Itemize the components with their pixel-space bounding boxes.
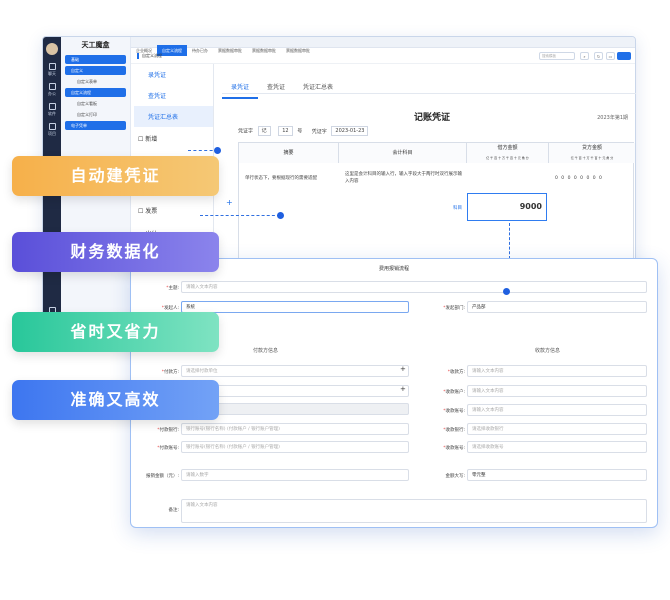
breadcrumb: 自定义流程 [137,53,162,59]
payee-no-input[interactable]: 请输入文本内容 [467,404,647,416]
header-summary: 摘要 [239,143,339,163]
payee-no2-select[interactable]: 请选择收款账号 [467,441,647,453]
payer-section-title: 付款方信息 [253,348,279,354]
sidebar-item[interactable]: 自定义 [65,66,126,75]
nav-project[interactable]: 项目 [43,123,61,137]
amount-field[interactable]: 请输入数字 [181,469,409,481]
payer-bank-label: *付款银行: [157,428,179,433]
voucher-grid: 摘要 会计科目 借方金额亿 千 百 十 万 千 百 十 元 角 分 贷方金额亿 … [238,142,635,260]
screen-icon[interactable]: ▭ [606,52,615,60]
payer-no-input[interactable]: 银行账号(银行名称) (付款账户 / 银行账户管理) [181,441,409,453]
amount-upper-label: 金额大写: [445,474,465,479]
sidebar-item[interactable]: 基础 [65,55,126,64]
word-select[interactable]: 记 [257,126,271,136]
voucher-title: 记账凭证 [414,113,451,123]
feature-save-effort: 省时又省力 [12,312,219,352]
menu-group[interactable]: ☐ 新增 [134,127,213,150]
brand-title: 天工魔盒 [81,41,110,49]
payer-no-label: *付款账号: [157,446,179,451]
add-payer-icon[interactable]: + [400,365,406,373]
date-picker[interactable]: 2023-01-23 [331,126,369,136]
initiator-input[interactable]: 系统 [181,301,409,313]
row-summary[interactable]: 单行状态下，要根据现行的需要适配 [245,175,335,182]
add-account-icon[interactable]: + [400,385,406,393]
header-credit: 贷方金额亿 千 百 十 万 千 百 十 元 角 分 [549,143,635,163]
payee-account-label: *收款账户: [443,390,465,395]
header-account: 会计科目 [339,143,467,163]
voucher-period: 2023年第1期 [597,115,628,121]
voucher-panel: 记账凭证 2023年第1期 凭证字 记 12 号 凭证字 2023-01-23 … [234,100,635,260]
sidebar-item[interactable]: 自定义看板 [65,99,126,108]
remark-textarea[interactable]: 请输入文本内容 [181,499,647,523]
tab-query-voucher[interactable]: 查凭证 [258,76,294,97]
tab-bar: 企业概况 自定义流程 待办已办 票据数据审批 票据数据审批 票据数据审批 [131,37,635,56]
voucher-tabs: 录凭证 查凭证 凭证汇总表 [222,74,636,99]
office-icon [48,83,56,90]
remark-label: 备注: [168,508,179,513]
row-account[interactable]: 这里是会计科目的输入行，输入字段大于两行时双行展示输入内容 [345,171,463,185]
add-row-icon[interactable]: + [226,198,233,207]
subject-label: *主题: [166,286,179,291]
search-input[interactable]: 搜索模板 [539,52,575,60]
voucher-header-row: 凭证字 记 12 号 凭证字 2023-01-23 [238,126,371,136]
number-unit: 号 [297,128,303,135]
tab-voucher-summary[interactable]: 凭证汇总表 [294,76,342,97]
payer-select[interactable]: 请选择付款单位 [181,365,409,377]
payer-bank-input[interactable]: 银行账号(银行名称) (付款账户 / 银行账户管理) [181,423,409,435]
avatar[interactable] [46,43,58,55]
sidebar-item[interactable]: 自定义打印 [65,110,126,119]
refresh-icon[interactable]: ↻ [594,52,603,60]
payee-bank-select[interactable]: 请选择收款银行 [467,423,647,435]
subject-input[interactable]: 请输入文本内容 [181,281,647,293]
payer-label: *付款方: [161,370,179,375]
connector-dot [214,147,221,154]
row-credit-digits: 0 0 0 0 0 0 0 0 [555,176,603,181]
payee-section-title: 收款方信息 [535,348,561,354]
menu-item[interactable]: 录凭证 [134,64,213,85]
connector-line [509,223,510,259]
menu-item-active[interactable]: 凭证汇总表 [134,106,213,127]
toolbar: 自定义流程 搜索模板 ⌕ ↻ ▭ [131,48,635,64]
menu-item[interactable]: 查凭证 [134,85,213,106]
sidebar-item[interactable]: 自定义表单 [65,77,126,86]
amount-label: 报销金额（元）: [145,474,179,479]
marketing-stage: 聊天 办公 软件 项目 系统 天工魔盒 基础 自定义 自定义表单 自定义流程 自… [0,0,670,600]
dept-input[interactable]: 产品部 [467,301,647,313]
payee-label: *收款方: [447,370,465,375]
initiator-label: *发起人: [161,306,179,311]
header-debit: 借方金额亿 千 百 十 万 千 百 十 元 角 分 [467,143,549,163]
payee-account-input[interactable]: 请输入文本内容 [467,385,647,397]
feature-accurate-efficient: 准确又高效 [12,380,219,420]
word-label: 凭证字 [238,128,254,135]
project-icon [48,123,56,130]
feature-finance-data: 财务数据化 [12,232,219,272]
voucher-menu: 录凭证 查凭证 凭证汇总表 ☐ 新增 ✕ 发票 ☐ 发票 ▤ 出纳 [134,64,214,238]
amount-upper-value: 零元整 [467,469,647,481]
amount-input[interactable]: 9000 [467,193,547,221]
account-hint: 科目 [453,206,462,211]
feature-auto-voucher: 自动建凭证 [12,156,219,196]
connector-dot [503,288,510,295]
tab-record-voucher[interactable]: 录凭证 [222,76,259,99]
payee-bank-label: *收款银行: [443,428,465,433]
fullscreen-button[interactable] [617,52,631,60]
nav-office[interactable]: 办公 [43,83,61,97]
chat-icon [48,63,56,70]
connector-line [200,215,280,216]
connector-dot [277,212,284,219]
sidebar-item[interactable]: 电子凭单 [65,121,126,130]
date-label: 凭证字 [311,128,327,135]
dept-label: *发起部门: [443,306,465,311]
software-icon [48,103,56,110]
payee-no-label: *收款账号: [443,409,465,414]
payee-input[interactable]: 请输入文本内容 [467,365,647,377]
nav-software[interactable]: 软件 [43,103,61,117]
menu-group[interactable]: ☐ 发票 [134,199,213,222]
nav-chat[interactable]: 聊天 [43,63,61,77]
number-stepper[interactable]: 12 [278,126,293,136]
sidebar-item[interactable]: 自定义流程 [65,88,126,97]
search-icon[interactable]: ⌕ [580,52,589,60]
payee-no2-label: *收款账号: [443,446,465,451]
